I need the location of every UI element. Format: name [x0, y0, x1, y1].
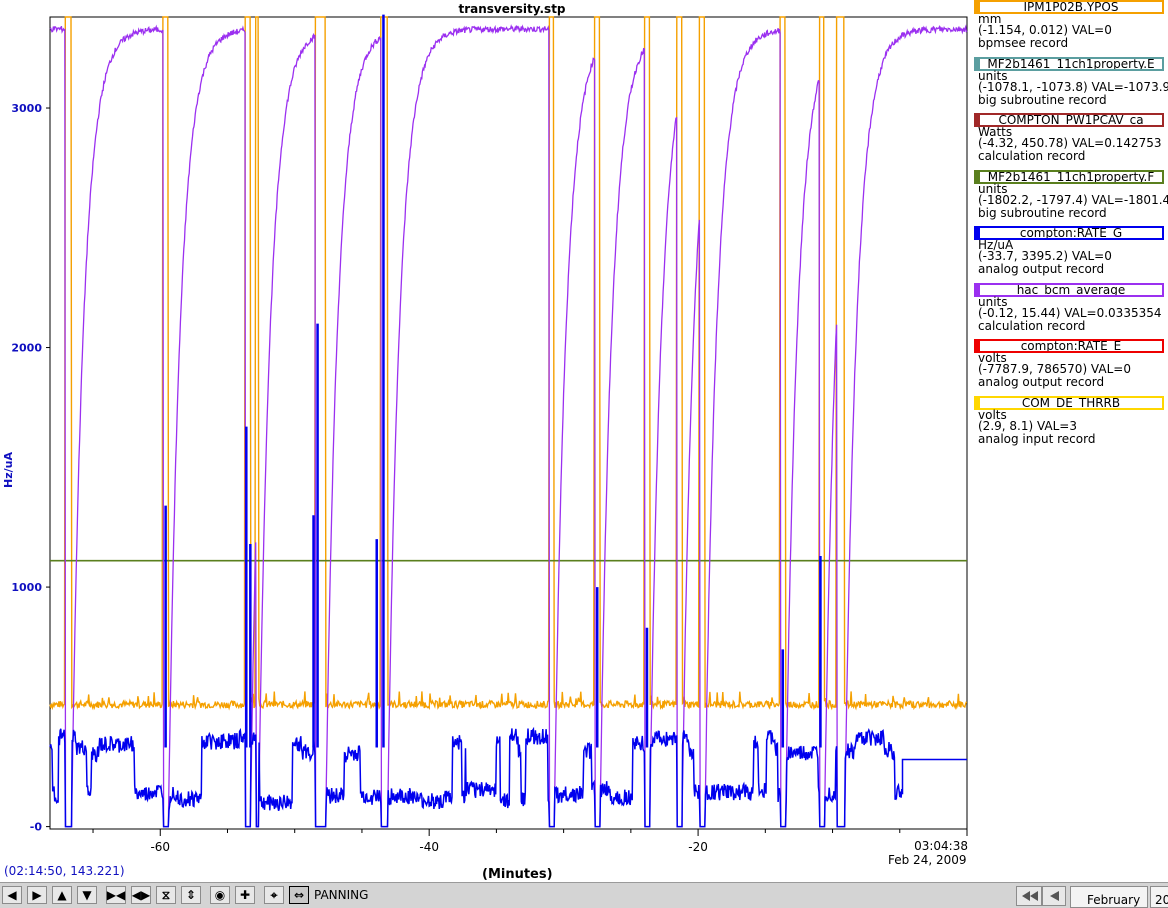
legend-series-name[interactable]: IPM1P02B.YPOS [974, 0, 1164, 14]
compress-x-icon[interactable]: ▶◀ [106, 886, 126, 904]
y-tick-label: 3000 [11, 102, 42, 115]
legend-type: analog input record [978, 431, 1096, 446]
legend-entry[interactable]: compton:RATE_E volts (-7787.9, 786570) VAL… [972, 339, 1168, 396]
end-time-label: 03:04:38 [914, 839, 968, 853]
legend-type: bpmsee record [978, 36, 1069, 50]
legend-entry[interactable]: compton:RATE_G Hz/uA (-33.7, 3395.2) VAL=0… [972, 226, 1168, 283]
prev-year-icon[interactable] [1016, 886, 1042, 906]
month-selector[interactable]: February [1070, 886, 1148, 908]
pan-right-icon[interactable]: ▶ [27, 886, 47, 904]
legend-type: calculation record [978, 318, 1086, 333]
crosshair-icon[interactable]: ✚ [235, 886, 255, 904]
legend-range: (-1802.2, -1797.4) VAL=-1801.4 [978, 192, 1168, 207]
year-selector[interactable]: 20 [1150, 886, 1168, 908]
legend-entry[interactable]: COM_DE_THRRB volts (2.9, 8.1) VAL=3 analog … [972, 395, 1168, 453]
x-tick-label: -20 [688, 840, 708, 854]
autoscale-icon[interactable]: ⌖ [264, 886, 284, 904]
x-tick-label: -60 [150, 840, 170, 854]
y-tick-label: 2000 [11, 342, 42, 355]
legend-type: calculation record [978, 149, 1086, 163]
mode-label: PANNING [314, 888, 369, 902]
chart-title: transversity.stp [458, 2, 565, 16]
compress-y-icon[interactable]: ⧖ [156, 886, 176, 904]
legend-range: (-33.7, 3395.2) VAL=0 [978, 249, 1112, 263]
pan-down-icon[interactable]: ▼ [77, 886, 97, 904]
plot-frame [49, 16, 968, 830]
legend-range: (-7787.9, 786570) VAL=0 [978, 362, 1131, 376]
legend-range: (-1078.1, -1073.8) VAL=-1073.9 [978, 79, 1168, 94]
expand-y-icon[interactable]: ⇕ [181, 886, 201, 904]
legend-entry[interactable]: MF2b1461_11ch1property.E units (-1078.1, -… [972, 56, 1168, 114]
y-tick-label: 1000 [11, 581, 42, 594]
legend-range: (2.9, 8.1) VAL=3 [978, 418, 1077, 433]
y-axis-label: Hz/uA [2, 452, 15, 488]
legend-entry[interactable]: hac_bcm_average units (-0.12, 15.44) VAL=0… [972, 282, 1168, 340]
pan-mode-icon[interactable]: ⇔ [289, 886, 309, 904]
zoom-icon[interactable]: ◉ [210, 886, 230, 904]
legend-range: (-0.12, 15.44) VAL=0.0335354 [978, 305, 1162, 320]
legend-type: analog output record [978, 262, 1105, 276]
legend-entry[interactable]: IPM1P02B.YPOS mm (-1.154, 0.012) VAL=0 bpms… [972, 0, 1168, 57]
x-axis-label: (Minutes) [482, 867, 553, 882]
x-tick-label: -40 [419, 840, 439, 854]
legend-entry[interactable]: MF2b1461_11ch1property.F units (-1802.2, -… [972, 169, 1168, 227]
legend-type: analog output record [978, 375, 1105, 389]
expand-x-icon[interactable]: ◀▶ [131, 886, 151, 904]
pan-left-icon[interactable]: ◀ [2, 886, 22, 904]
legend-entry[interactable]: COMPTON_PW1PCAV_ca Watts (-4.32, 450.78) V… [972, 113, 1168, 170]
y-tick-label: -0 [30, 821, 43, 834]
legend-type: big subroutine record [978, 92, 1107, 107]
legend-range: (-4.32, 450.78) VAL=0.142753 [978, 136, 1162, 150]
legend-range: (-1.154, 0.012) VAL=0 [978, 23, 1112, 37]
pan-up-icon[interactable]: ▲ [52, 886, 72, 904]
legend-type: big subroutine record [978, 205, 1107, 220]
toolbar: ◀ ▶ ▲ ▼ ▶◀ ◀▶ ⧖ ⇕ ◉ ✚ ⌖ ⇔ PANNING Februa… [0, 882, 1168, 908]
legend-panel: IPM1P02B.YPOS mm (-1.154, 0.012) VAL=0 bpms… [972, 0, 1168, 452]
strip-chart[interactable]: -0 1000 2000 3000 -60 -40 -20 transversity.stp… [0, 0, 970, 882]
prev-month-icon[interactable] [1042, 886, 1066, 906]
end-date-label: Feb 24, 2009 [888, 853, 967, 867]
cursor-readout: (02:14:50, 143.221) [4, 864, 125, 878]
